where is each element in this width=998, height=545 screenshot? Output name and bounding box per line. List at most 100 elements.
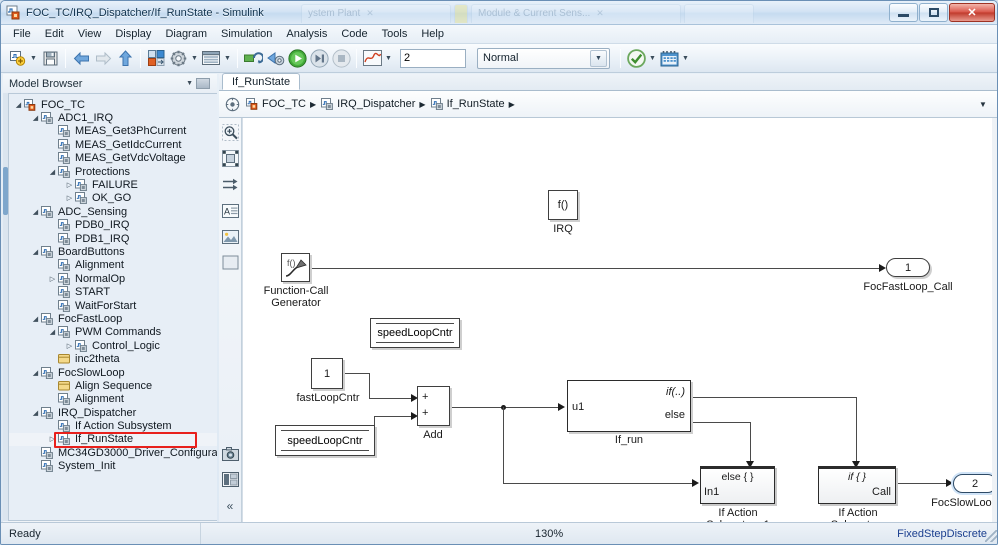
tree-item-focfastloop[interactable]: ◢ FocFastLoop [9, 312, 217, 326]
tree-item-alignment[interactable]: Alignment [9, 259, 217, 272]
tree-item-adc-sensing[interactable]: ◢ ADC_Sensing [9, 205, 217, 218]
signal-routing-icon[interactable] [221, 175, 240, 194]
image-icon[interactable] [221, 227, 240, 246]
tree-item-foc-tc[interactable]: ◢ FOC_TC [9, 98, 217, 111]
run-button[interactable] [286, 47, 308, 69]
up-to-parent-button[interactable] [114, 47, 136, 69]
chevron-down-icon[interactable]: ▼ [186, 80, 193, 87]
update-model-button[interactable] [242, 47, 264, 69]
menu-tools[interactable]: Tools [375, 26, 415, 42]
tree-item-failure[interactable]: ▷ FAILURE [9, 178, 217, 192]
tree-item-pdb1-irq[interactable]: PDB1_IRQ [9, 232, 217, 245]
tree-item-align-sequence[interactable]: Align Sequence [9, 379, 217, 392]
zoom-in-icon[interactable] [221, 123, 240, 142]
chevron-down-icon[interactable]: ▼ [590, 49, 607, 67]
annotation-icon[interactable]: A [221, 201, 240, 220]
breadcrumb-item-2[interactable]: If_RunState [430, 98, 505, 111]
block-focslowloop-call-outport[interactable]: 2 [953, 474, 997, 493]
new-model-dropdown-icon[interactable]: ▼ [28, 47, 39, 69]
tree-item-waitforstart[interactable]: WaitForStart [9, 299, 217, 312]
stop-button[interactable] [330, 47, 352, 69]
tree-item-meas-getidccurrent[interactable]: MEAS_GetIdcCurrent [9, 138, 217, 151]
block-irq[interactable]: f() [548, 190, 578, 220]
expander-open-icon[interactable]: ◢ [30, 113, 41, 124]
simulation-mode-select[interactable]: Normal ▼ [477, 47, 610, 69]
block-speedloopcntr-read-top[interactable]: speedLoopCntr [370, 318, 460, 348]
expander-open-icon[interactable]: ◢ [30, 206, 41, 217]
menu-code[interactable]: Code [334, 26, 374, 42]
save-button[interactable] [39, 47, 61, 69]
menu-view[interactable]: View [71, 26, 109, 42]
camera-icon[interactable] [221, 444, 240, 463]
status-solver[interactable]: FixedStepDiscrete [897, 528, 997, 540]
back-button[interactable] [70, 47, 92, 69]
expander-closed-icon[interactable]: ▷ [64, 180, 75, 191]
tree-item-irq-dispatcher[interactable]: ◢ IRQ_Dispatcher [9, 406, 217, 419]
menu-analysis[interactable]: Analysis [279, 26, 334, 42]
minimize-button[interactable] [889, 3, 918, 22]
resize-grip[interactable] [985, 530, 997, 542]
build-model-button[interactable] [264, 47, 286, 69]
simulation-data-inspector-button[interactable] [361, 47, 383, 69]
breadcrumb-dropdown-icon[interactable]: ▼ [974, 93, 992, 115]
menu-simulation[interactable]: Simulation [214, 26, 279, 42]
model-advisor-button[interactable] [625, 47, 647, 69]
expander-closed-icon[interactable]: ▷ [64, 340, 75, 351]
block-function-call-generator[interactable]: f() [281, 253, 310, 282]
tree-item-meas-getvdcvoltage[interactable]: MEAS_GetVdcVoltage [9, 152, 217, 165]
block-speedloopcntr-read-bottom[interactable]: speedLoopCntr [275, 425, 375, 456]
expander-open-icon[interactable]: ◢ [30, 246, 41, 257]
expander-open-icon[interactable]: ◢ [47, 327, 58, 338]
expander-open-icon[interactable]: ◢ [30, 313, 41, 324]
report-icon[interactable] [221, 470, 240, 489]
expander-open-icon[interactable]: ◢ [30, 367, 41, 378]
expander-open-icon[interactable]: ◢ [47, 166, 58, 177]
tab-if-runstate[interactable]: If_RunState [222, 73, 301, 90]
maximize-button[interactable] [919, 3, 948, 22]
tree-item-ok-go[interactable]: ▷ OK_GO [9, 192, 217, 205]
expander-open-icon[interactable]: ◢ [13, 99, 24, 110]
block-if-run[interactable]: u1 if(..) else [567, 380, 691, 432]
explorer-dropdown-icon[interactable]: ▼ [222, 47, 233, 69]
inspector-dropdown-icon[interactable]: ▼ [383, 47, 394, 69]
tree-item-if-action-subsystem[interactable]: If Action Subsystem [9, 419, 217, 433]
tree-item-start[interactable]: START [9, 285, 217, 299]
simulink-canvas[interactable]: f() IRQ f() Function-Call Generator 1 Fo… [242, 118, 997, 522]
breadcrumb-item-1[interactable]: IRQ_Dispatcher [321, 98, 415, 111]
config-dropdown-icon[interactable]: ▼ [189, 47, 200, 69]
advisor-dropdown-icon[interactable]: ▼ [647, 47, 658, 69]
breadcrumb-item-0[interactable]: FOC_TC [246, 98, 306, 110]
menu-edit[interactable]: Edit [38, 26, 71, 42]
menu-display[interactable]: Display [108, 26, 158, 42]
tree-item-pwm-commands[interactable]: ◢ PWM Commands [9, 326, 217, 339]
fit-to-view-icon[interactable] [221, 149, 240, 168]
tree-item-mc34gd3000-driver-configuration[interactable]: MC34GD3000_Driver_Configuration [9, 446, 217, 459]
project-tool-button[interactable] [658, 47, 680, 69]
library-browser-button[interactable] [145, 47, 167, 69]
forward-button[interactable] [92, 47, 114, 69]
new-model-button[interactable] [6, 47, 28, 69]
menu-diagram[interactable]: Diagram [158, 26, 214, 42]
tree-item-inc2theta[interactable]: inc2theta [9, 352, 217, 365]
tree-item-protections[interactable]: ◢ Protections [9, 165, 217, 178]
tree-item-if-runstate[interactable]: ▷ If_RunState [9, 432, 217, 447]
tree-item-system-init[interactable]: System_Init [9, 460, 217, 473]
canvas-vertical-scrollbar[interactable] [992, 118, 997, 522]
tree-item-pdb0-irq[interactable]: PDB0_IRQ [9, 219, 217, 232]
tree-item-alignment[interactable]: Alignment [9, 393, 217, 406]
panel-dock-icon[interactable] [196, 78, 210, 89]
expander-open-icon[interactable]: ◢ [30, 407, 41, 418]
collapse-icon[interactable]: « [221, 496, 240, 515]
tree-item-boardbuttons[interactable]: ◢ BoardButtons [9, 245, 217, 259]
expander-closed-icon[interactable]: ▷ [47, 434, 58, 445]
block-if-action-subsystem[interactable]: if { } Call [818, 466, 896, 504]
area-icon[interactable] [221, 253, 240, 272]
tree-item-adc1-irq[interactable]: ◢ ADC1_IRQ [9, 111, 217, 125]
tree-item-normalop[interactable]: ▷ NormalOp [9, 272, 217, 285]
tree-item-focslowloop[interactable]: ◢ FocSlowLoop [9, 366, 217, 379]
block-fastloopcntr-constant[interactable]: 1 [311, 358, 343, 389]
model-configuration-parameters-button[interactable] [167, 47, 189, 69]
expander-closed-icon[interactable]: ▷ [64, 193, 75, 204]
menu-help[interactable]: Help [414, 26, 451, 42]
step-forward-button[interactable] [308, 47, 330, 69]
